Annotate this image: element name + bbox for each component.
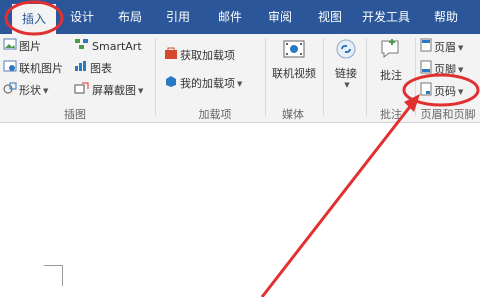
insert-tab-highlight-circle	[4, 0, 64, 36]
annotation-overlay	[4, 0, 480, 297]
arrow-line	[260, 103, 414, 297]
word-window: 插入 设计 布局 引用 邮件 审阅 视图 开发工具 帮助 图片 联机图片 形状 ▼	[0, 0, 480, 297]
